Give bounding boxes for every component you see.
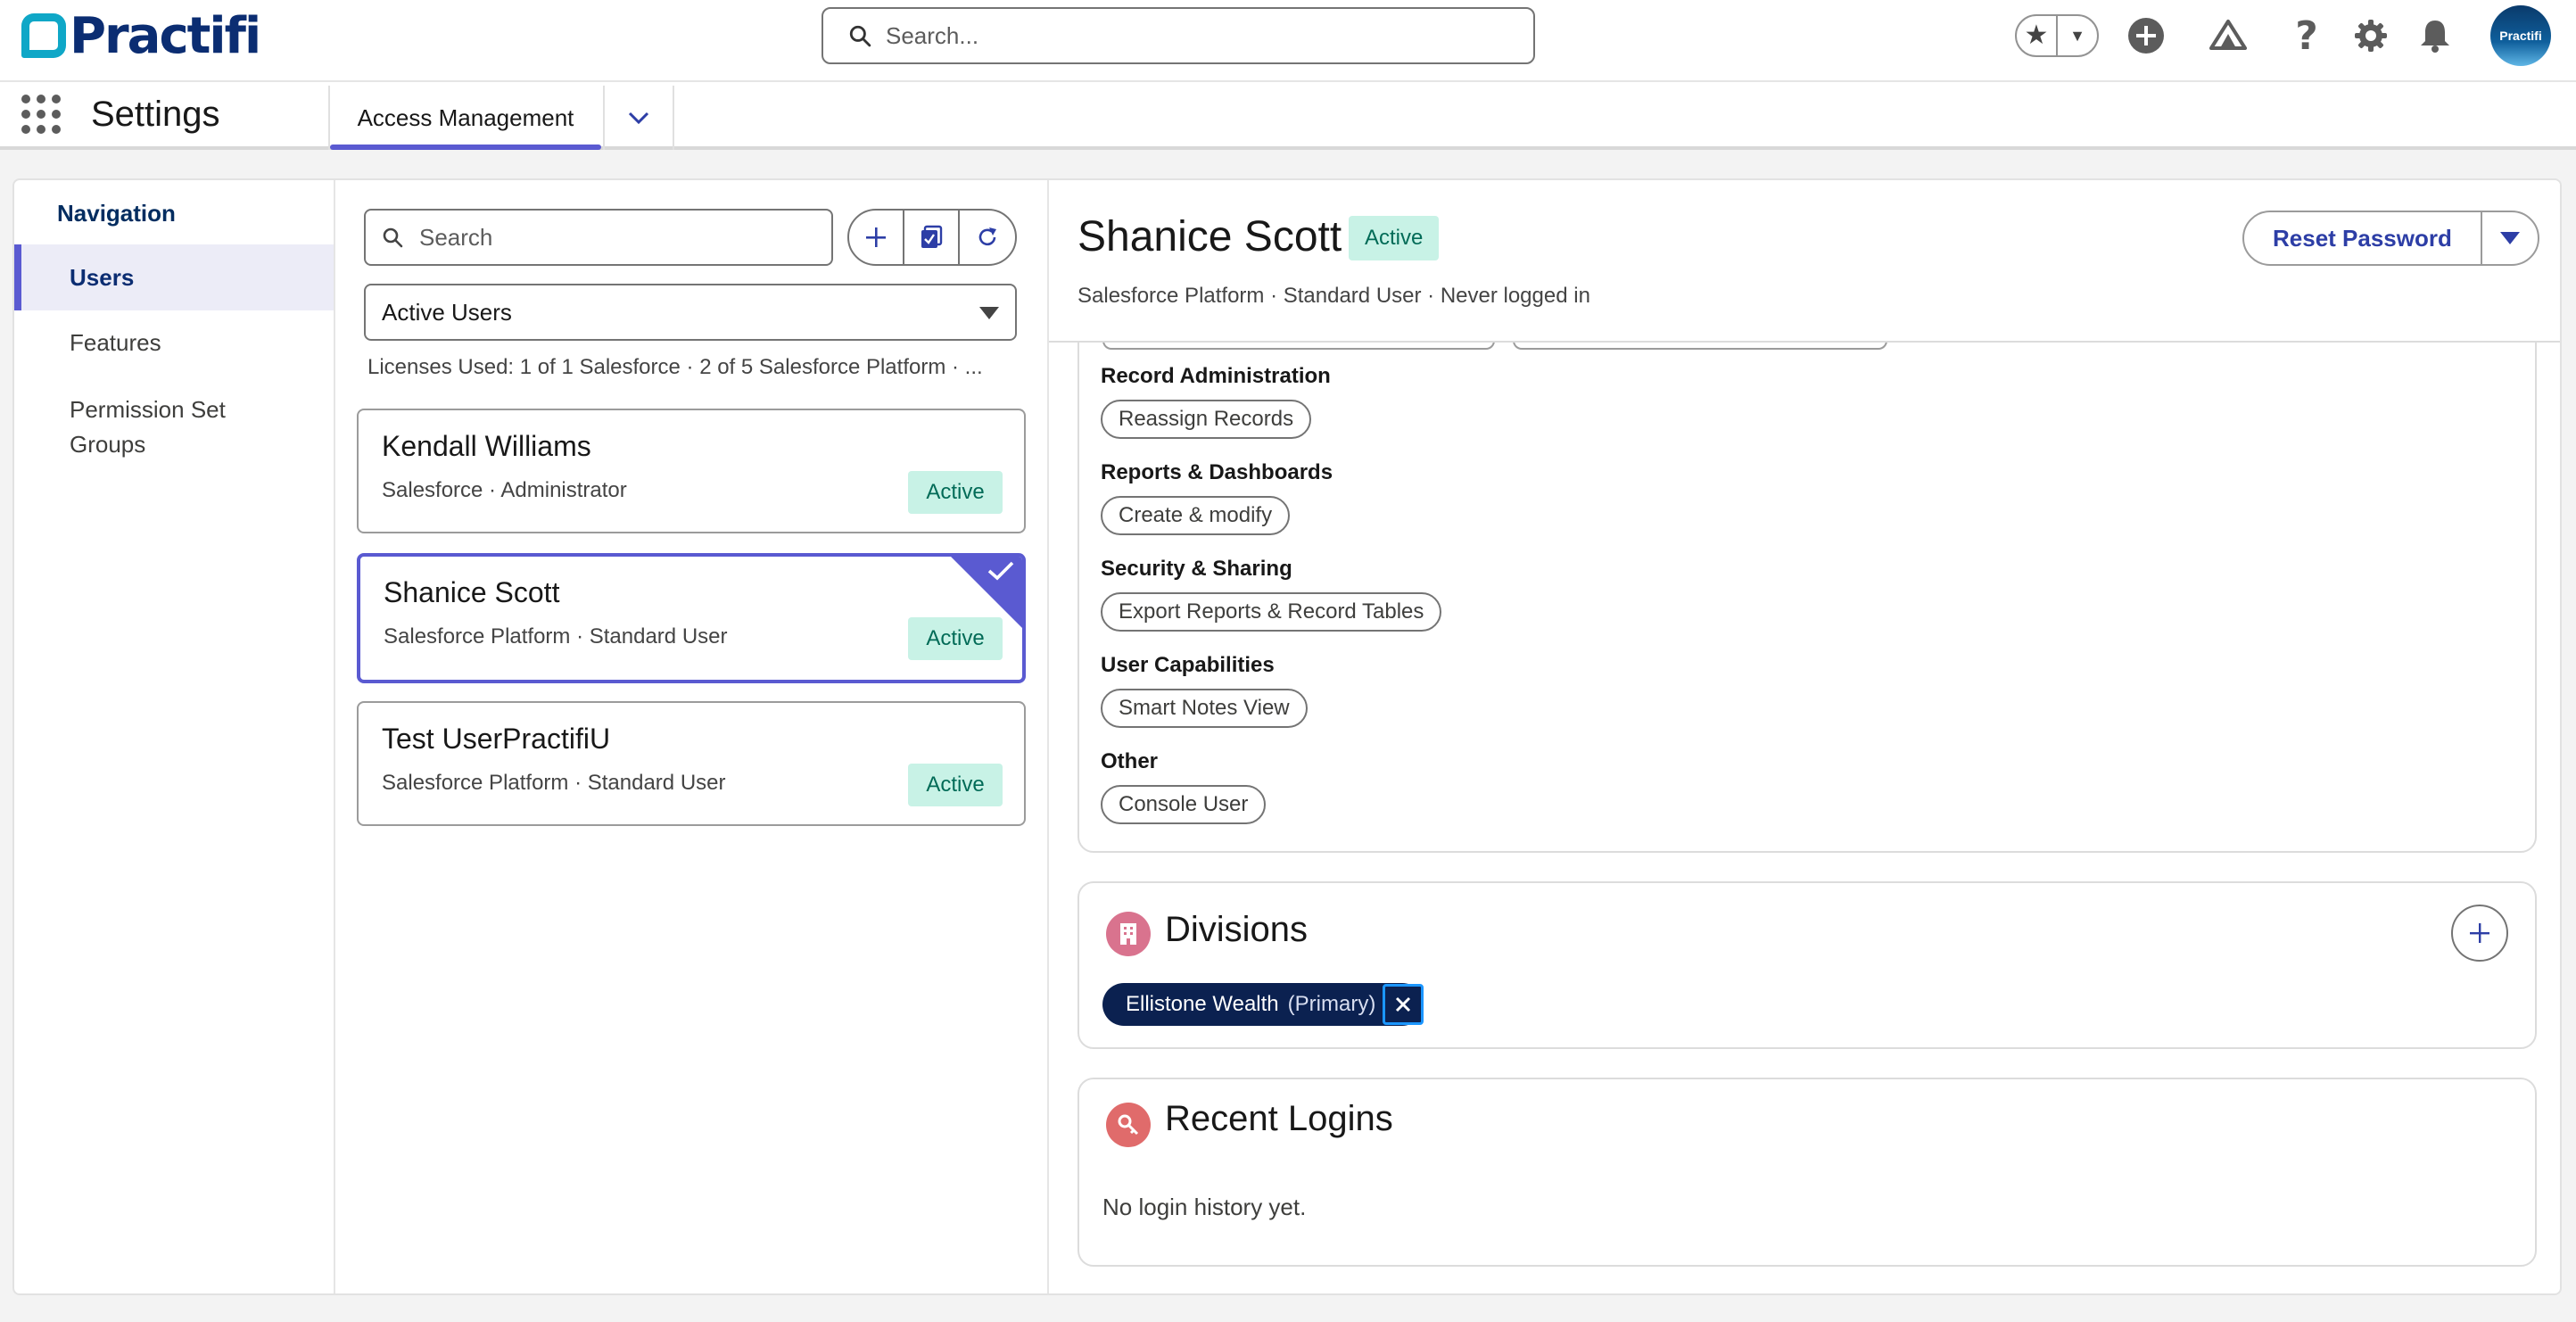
check-icon [987,561,1014,581]
app-launcher-icon[interactable] [21,95,61,134]
access-management-card: Navigation Users Features Permission Set… [12,178,2562,1295]
avatar[interactable]: Practifi [2490,5,2551,66]
permission-group-label: Record Administration [1101,364,1331,388]
bulk-select-button[interactable] [904,211,960,264]
notifications-button[interactable] [2414,14,2456,57]
help-button[interactable]: ? [2285,12,2328,59]
setup-button[interactable] [2349,14,2392,57]
plus-circle-icon [2128,18,2164,54]
user-subtitle: Salesforce Platform · Standard User [384,624,728,649]
permission-group-label: User Capabilities [1101,653,1275,677]
refresh-button[interactable] [960,211,1015,264]
user-detail-header: Shanice Scott Active Salesforce Platform… [1049,180,2560,343]
permission-group-label: Other [1101,749,1159,773]
gear-icon [2355,20,2387,52]
user-search-placeholder: Search [419,223,493,251]
reset-password-button-group: Reset Password [2242,211,2539,266]
global-add-button[interactable] [2125,14,2167,57]
division-name: Ellistone Wealth [1126,992,1279,1016]
building-icon [1106,912,1151,956]
user-search-input[interactable]: Search [364,209,833,266]
user-actions-button-group [847,209,1017,266]
nav-item-permission-set-groups[interactable]: Permission Set Groups [14,392,282,462]
licenses-used-text: Licenses Used: 1 of 1 Salesforce · 2 of … [367,355,983,379]
navigation-title: Navigation [57,200,176,227]
user-subtitle: Salesforce · Administrator [382,478,627,502]
trailhead-button[interactable] [2207,14,2250,57]
chevron-down-icon[interactable]: ▼ [2058,27,2097,45]
divisions-title: Divisions [1165,910,1309,949]
permission-group-label: Reports & Dashboards [1101,460,1333,484]
global-search-placeholder: Search... [886,21,979,49]
trailhead-icon [2209,20,2247,50]
divisions-section: Divisions Ellistone Wealth (Primary) [1077,881,2537,1049]
add-division-button[interactable] [2451,905,2508,962]
app-name: Settings [91,95,220,134]
key-icon [1106,1103,1151,1147]
search-icon [383,227,403,248]
question-icon: ? [2295,12,2318,59]
practifi-logo[interactable]: Practifi [21,7,261,65]
bell-icon [2421,21,2449,53]
user-name: Kendall Williams [382,430,591,462]
reset-password-button[interactable]: Reset Password [2244,212,2482,264]
permission-pill[interactable]: Smart Notes View [1101,689,1308,728]
user-card-selected[interactable]: Shanice Scott Salesforce Platform · Stan… [357,553,1026,683]
chevron-down-icon [628,112,649,125]
user-filter-select[interactable]: Active Users [364,284,1017,341]
user-subtitle: Salesforce Platform · Standard User [382,771,726,795]
user-list-panel: Search Active Users Licenses Used: 1 of … [335,180,1049,1293]
permission-pill[interactable]: Reassign Records [1101,400,1312,439]
checklist-icon [921,225,943,248]
tab-overflow-button[interactable] [603,86,674,150]
practifi-logo-icon [21,13,66,58]
permission-pill[interactable]: Console User [1101,785,1267,824]
navigation-panel: Navigation Users Features Permission Set… [14,180,335,1293]
user-card[interactable]: Kendall Williams Salesforce · Administra… [357,409,1026,533]
permission-group-label: Security & Sharing [1101,557,1292,581]
caret-down-icon [979,307,999,319]
global-header: Practifi Search... ★ ▼ ? Practifi [0,0,2576,82]
caret-down-icon [2499,232,2520,244]
refresh-icon [978,227,996,246]
nav-item-users[interactable]: Users [14,244,334,310]
division-primary-tag: (Primary) [1287,992,1376,1016]
recent-logins-section: Recent Logins No login history yet. [1077,1078,2537,1267]
status-badge: Active [908,471,1003,514]
user-detail-panel: Shanice Scott Active Salesforce Platform… [1049,180,2560,1293]
search-icon [849,25,871,47]
global-search-input[interactable]: Search... [822,7,1535,64]
more-actions-button[interactable] [2482,212,2538,264]
status-badge: Active [908,617,1003,660]
status-badge: Active [908,764,1003,806]
nav-item-features[interactable]: Features [14,325,334,360]
recent-logins-title: Recent Logins [1165,1099,1393,1138]
permission-pill[interactable]: Create & modify [1101,496,1291,535]
app-navigation-bar: Settings Access Management [0,82,2576,150]
division-pill[interactable]: Ellistone Wealth (Primary) [1102,983,1424,1026]
user-detail-subtitle: Salesforce Platform · Standard User · Ne… [1077,284,1590,308]
add-user-button[interactable] [849,211,904,264]
tab-access-management[interactable]: Access Management [328,86,601,150]
favorites-button-group[interactable]: ★ ▼ [2015,14,2099,57]
permission-pill[interactable]: Export Reports & Record Tables [1101,592,1442,632]
user-name: Shanice Scott [384,576,560,608]
plus-icon [2470,923,2489,943]
close-icon [1396,996,1411,1012]
empty-state-text: No login history yet. [1102,1194,1307,1220]
star-icon[interactable]: ★ [2017,16,2058,55]
user-filter-value: Active Users [382,298,512,326]
user-detail-name: Shanice Scott [1077,213,1342,260]
status-badge: Active [1349,216,1440,260]
user-card[interactable]: Test UserPractifiU Salesforce Platform ·… [357,701,1026,826]
user-name: Test UserPractifiU [382,723,611,755]
remove-division-button[interactable] [1383,984,1424,1025]
plus-icon [866,227,886,247]
